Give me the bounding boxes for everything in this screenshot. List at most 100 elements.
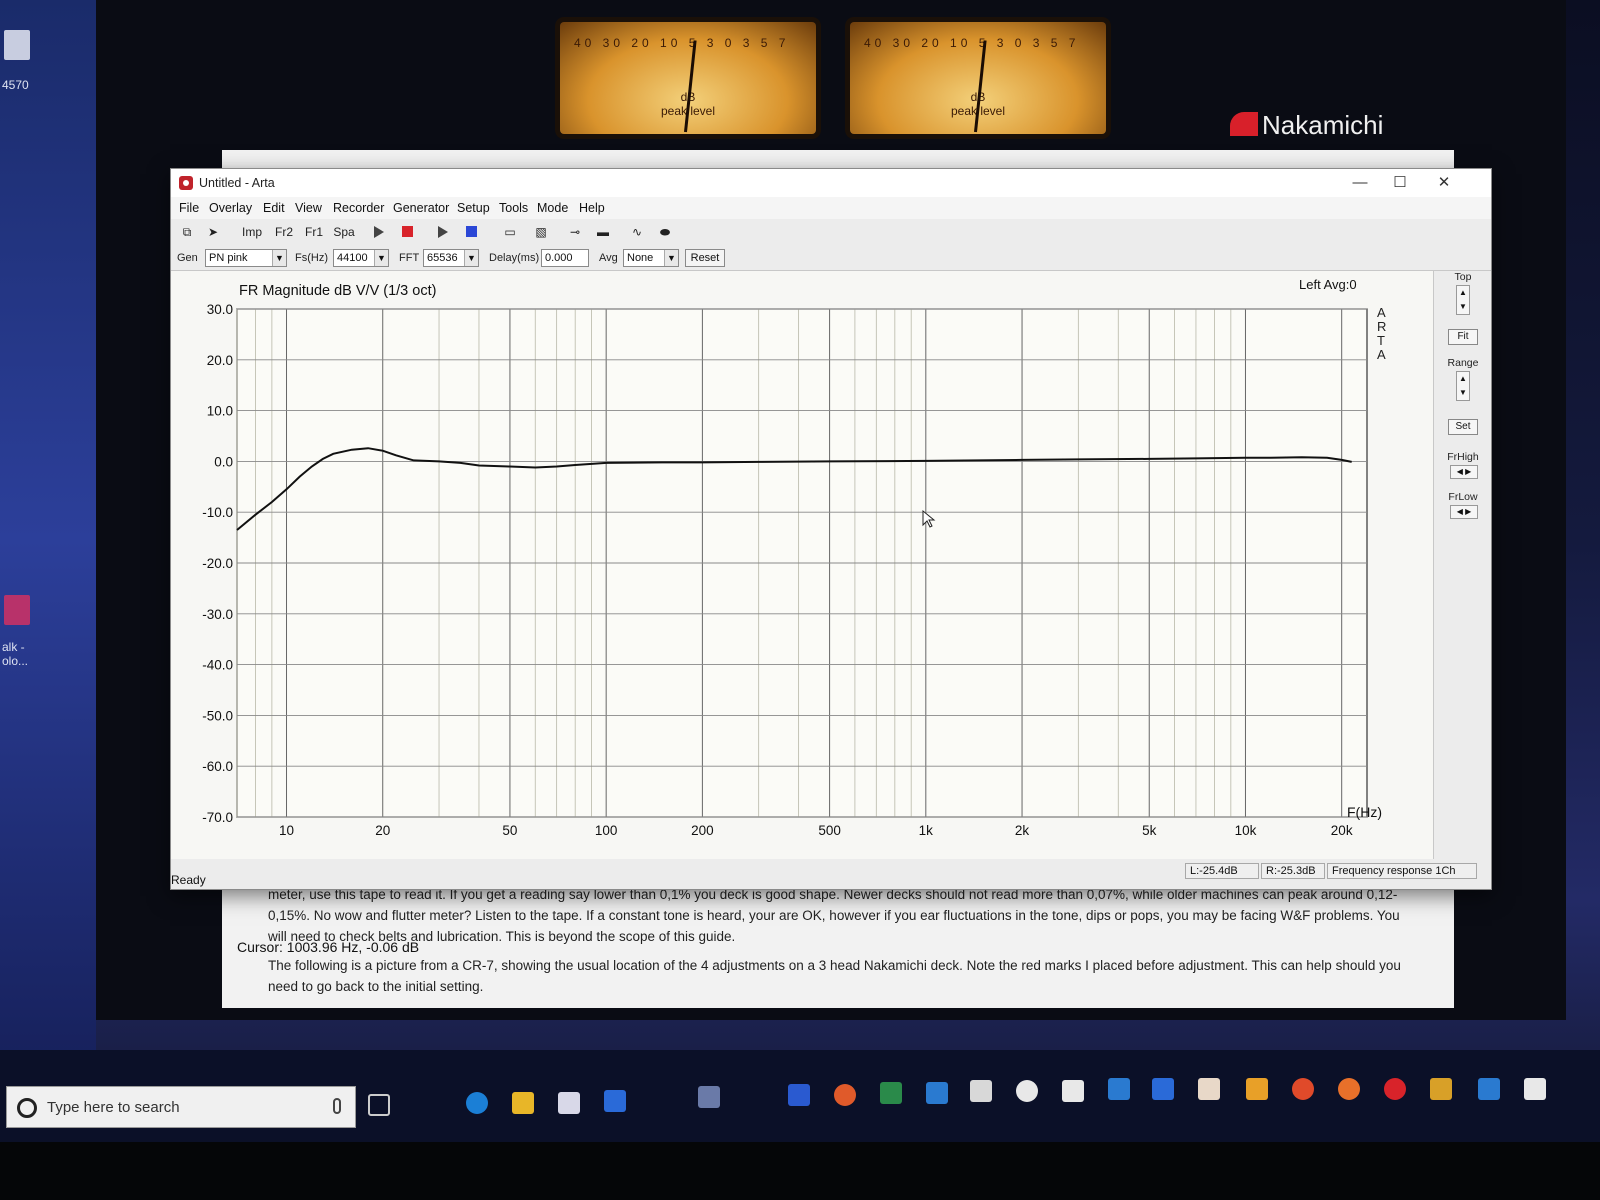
- window-app-icon[interactable]: [1524, 1078, 1546, 1100]
- store-icon[interactable]: [558, 1092, 580, 1114]
- kodi-icon[interactable]: [926, 1082, 948, 1104]
- fr1-mode-button[interactable]: Fr1: [301, 223, 327, 241]
- side-control-panel: Top ▲ ▼ Fit Range ▲ ▼ Set FrHigh ◀ ▶ FrLow…: [1433, 271, 1491, 859]
- x-tick-label: 20k: [1331, 823, 1353, 838]
- calculator-icon[interactable]: [970, 1080, 992, 1102]
- y-tick-label: 20.0: [207, 353, 233, 368]
- chart-app-icon[interactable]: [1478, 1078, 1500, 1100]
- generator-play-icon[interactable]: [433, 223, 453, 241]
- top-spinner[interactable]: ▲ ▼: [1456, 285, 1470, 315]
- desktop-label: olo...: [2, 654, 29, 668]
- file-explorer-icon[interactable]: [512, 1092, 534, 1114]
- desktop-shortcut-icon[interactable]: [4, 30, 30, 60]
- chevron-down-icon: ▼: [374, 250, 388, 266]
- title-bar[interactable]: Untitled - Arta — ☐ ✕: [171, 169, 1491, 197]
- reset-button[interactable]: Reset: [685, 249, 725, 267]
- utility-app-icon[interactable]: [698, 1086, 720, 1108]
- menu-recorder[interactable]: Recorder: [333, 201, 384, 215]
- edge-browser-icon[interactable]: [466, 1092, 488, 1114]
- envelope-icon[interactable]: [1062, 1080, 1084, 1102]
- eye-app-icon[interactable]: [834, 1084, 856, 1106]
- copy-icon[interactable]: ⧉: [177, 223, 197, 241]
- fl-studio-icon[interactable]: [1246, 1078, 1268, 1100]
- gen-label: Gen: [177, 252, 198, 264]
- device-icon[interactable]: ▬: [593, 223, 613, 241]
- range-spinner[interactable]: ▲ ▼: [1456, 371, 1470, 401]
- menu-tools[interactable]: Tools: [499, 201, 528, 215]
- level-right: R:-25.3dB: [1261, 863, 1325, 879]
- imp-mode-button[interactable]: Imp: [237, 223, 267, 241]
- menu-overlay[interactable]: Overlay: [209, 201, 252, 215]
- firefox-icon[interactable]: [1338, 1078, 1360, 1100]
- arta-watermark-letter: A: [1377, 347, 1386, 362]
- x-tick-label: 50: [502, 823, 517, 838]
- x-tick-label: 5k: [1142, 823, 1157, 838]
- frhigh-label: FrHigh: [1447, 451, 1479, 463]
- audio-app-icon[interactable]: [788, 1084, 810, 1106]
- delay-label: Delay(ms): [489, 252, 540, 264]
- arta-taskbar-icon[interactable]: [1384, 1078, 1406, 1100]
- hatch-icon[interactable]: ▧: [531, 223, 551, 241]
- fox-app-icon[interactable]: [1016, 1080, 1038, 1102]
- frlow-label: FrLow: [1448, 491, 1478, 503]
- range-label: Range: [1447, 357, 1479, 369]
- meter-icon[interactable]: ⬬: [655, 223, 675, 241]
- pdf-app-icon[interactable]: [1198, 1078, 1220, 1100]
- probe-icon[interactable]: ⊸: [565, 223, 585, 241]
- monitor-app-icon[interactable]: [1108, 1078, 1130, 1100]
- top-label: Top: [1454, 271, 1472, 283]
- measurement-params-bar: Gen PN pink ▼ Fs(Hz) 44100 ▼ FFT 65536 ▼ De…: [171, 245, 1491, 271]
- menu-mode[interactable]: Mode: [537, 201, 568, 215]
- close-button[interactable]: ✕: [1425, 172, 1463, 194]
- menu-view[interactable]: View: [295, 201, 322, 215]
- y-tick-label: -40.0: [202, 658, 233, 673]
- generator-select[interactable]: PN pink ▼: [205, 249, 287, 267]
- fs-label: Fs(Hz): [295, 252, 328, 264]
- menu-setup[interactable]: Setup: [457, 201, 490, 215]
- fr2-mode-button[interactable]: Fr2: [271, 223, 297, 241]
- y-tick-label: -20.0: [202, 556, 233, 571]
- toolbox-app-icon[interactable]: [1430, 1078, 1452, 1100]
- menu-generator[interactable]: Generator: [393, 201, 449, 215]
- arta-watermark-letter: A: [1377, 305, 1386, 320]
- abc-icon[interactable]: ▭: [497, 223, 523, 241]
- frequency-response-chart[interactable]: 30.0 20.0 10.0 0.0 -10.0 -20.0 -30.0 -40.0 -50.0…: [171, 271, 1433, 859]
- frhigh-spinner[interactable]: ◀ ▶: [1450, 465, 1478, 479]
- monitor-bezel: [0, 1142, 1600, 1200]
- frlow-spinner[interactable]: ◀ ▶: [1450, 505, 1478, 519]
- menu-edit[interactable]: Edit: [263, 201, 285, 215]
- set-button[interactable]: Set: [1448, 419, 1478, 435]
- sample-rate-select[interactable]: 44100 ▼: [333, 249, 389, 267]
- task-view-icon[interactable]: [368, 1094, 390, 1116]
- cortana-icon: [17, 1098, 37, 1118]
- play-icon[interactable]: [369, 223, 389, 241]
- chrome-icon[interactable]: [1292, 1078, 1314, 1100]
- generator-stop-icon[interactable]: [461, 223, 481, 241]
- microphone-icon[interactable]: [333, 1098, 341, 1114]
- pointer-icon[interactable]: ➤: [203, 223, 223, 241]
- y-tick-label: -30.0: [202, 607, 233, 622]
- fft-size-select[interactable]: 65536 ▼: [423, 249, 479, 267]
- rew-app-icon[interactable]: [880, 1082, 902, 1104]
- vu-needle: [684, 40, 697, 133]
- search-input[interactable]: Type here to search: [6, 1086, 356, 1128]
- plot-area[interactable]: 30.0 20.0 10.0 0.0 -10.0 -20.0 -30.0 -40.0 -50.0…: [171, 271, 1433, 955]
- maximize-button[interactable]: ☐: [1381, 172, 1419, 194]
- record-stop-icon[interactable]: [397, 223, 417, 241]
- chart-title: FR Magnitude dB V/V (1/3 oct): [239, 283, 436, 299]
- y-tick-label: 30.0: [207, 302, 233, 317]
- fit-button[interactable]: Fit: [1448, 329, 1478, 345]
- document-app-icon[interactable]: [1152, 1078, 1174, 1100]
- mail-app-icon[interactable]: [604, 1090, 626, 1112]
- menu-help[interactable]: Help: [579, 201, 605, 215]
- averaging-select[interactable]: None ▼: [623, 249, 679, 267]
- article-paragraph: The following is a picture from a CR-7, …: [268, 958, 1401, 994]
- delay-input[interactable]: 0.000: [541, 249, 589, 267]
- spa-mode-button[interactable]: Spa: [331, 223, 357, 241]
- waveform-icon[interactable]: ∿: [627, 223, 647, 241]
- archive-app-icon[interactable]: [4, 595, 30, 625]
- minimize-button[interactable]: —: [1341, 172, 1379, 194]
- menu-file[interactable]: File: [179, 201, 199, 215]
- taskbar: Type here to search: [0, 1050, 1600, 1142]
- desktop-label: 4570: [2, 78, 29, 92]
